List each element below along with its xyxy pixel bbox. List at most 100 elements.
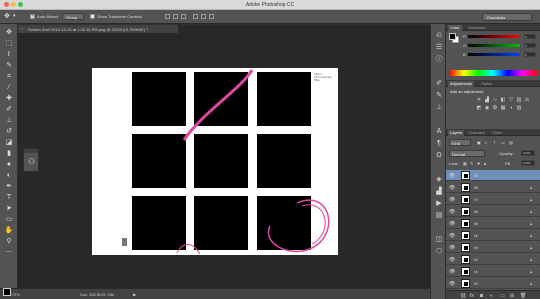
lock-transparent-icon[interactable]: ▦ (463, 161, 467, 166)
layer-style-icon[interactable]: fx (470, 293, 474, 299)
visibility-eye-icon[interactable]: 👁︎ (449, 209, 455, 215)
align-top-icon[interactable] (165, 14, 170, 19)
foreground-color-swatch[interactable] (3, 288, 11, 296)
move-tool-icon[interactable]: ✥ (4, 12, 10, 20)
healing-brush-tool-icon[interactable]: ✚ (4, 94, 14, 103)
crop-tool-icon[interactable]: ⌗ (4, 72, 14, 81)
floating-panel-header[interactable] (24, 149, 38, 153)
add-mask-icon[interactable]: ◙ (480, 293, 483, 299)
workspace-dropdown[interactable]: Essentials (482, 13, 532, 21)
lock-image-icon[interactable]: ✎ (470, 161, 473, 166)
gradient-tool-icon[interactable]: ▮ (4, 149, 14, 158)
filter-smart-object-icon[interactable]: ▤ (509, 140, 513, 145)
brightness-icon[interactable]: ☀ (476, 97, 482, 103)
libraries-icon[interactable]: ▤ (435, 212, 443, 220)
move-tool-icon[interactable]: ✥ (4, 28, 14, 37)
filter-adjustment-icon[interactable]: ◐ (485, 140, 487, 145)
tab-swatches[interactable]: Swatches (466, 25, 487, 30)
exposure-icon[interactable]: ◧ (500, 97, 506, 103)
layer-row[interactable]: 👁︎ r1 🔒︎ (446, 266, 540, 277)
character-style-icon[interactable]: ⚇ (28, 157, 35, 166)
floating-tool-panel[interactable]: ⚇ (23, 148, 39, 172)
slider-value-g[interactable]: 0 (524, 43, 536, 48)
blur-tool-icon[interactable]: ● (4, 160, 14, 169)
visibility-eye-icon[interactable]: 👁︎ (449, 173, 455, 179)
tab-adjustments[interactable]: Adjustments (448, 81, 475, 87)
layer-row[interactable]: 👁︎ r3 🔒︎ (446, 242, 540, 253)
character-icon[interactable]: A (435, 128, 443, 136)
status-menu-arrow-icon[interactable]: ▶ (133, 292, 136, 297)
slider-b[interactable] (468, 53, 520, 56)
filter-shape-icon[interactable]: ▭ (501, 140, 505, 145)
marquee-tool-icon[interactable]: ⬚ (4, 39, 14, 48)
new-layer-icon[interactable]: ⊞ (510, 293, 514, 299)
tab-styles[interactable]: Styles (479, 81, 494, 86)
lasso-tool-icon[interactable]: ℓ (4, 50, 14, 59)
history-icon[interactable]: ⎌ (435, 32, 443, 40)
layer-row[interactable]: 👁︎ r3 (446, 170, 540, 181)
align-middle-icon[interactable] (173, 14, 178, 19)
new-adjustment-layer-icon[interactable]: ◐ (490, 293, 493, 299)
navigator-icon[interactable]: ◈ (435, 176, 443, 184)
color-balance-icon[interactable]: ⚖ (524, 97, 530, 103)
align-center-icon[interactable] (201, 14, 206, 19)
channel-mixer-icon[interactable]: ❂ (492, 105, 498, 111)
rectangle-tool-icon[interactable]: ▭ (4, 215, 14, 224)
lock-all-icon[interactable]: 🔒︎ (484, 161, 486, 166)
actions-icon[interactable]: ▶ (435, 200, 443, 208)
history-brush-tool-icon[interactable]: ↺ (4, 127, 14, 136)
visibility-eye-icon[interactable]: 👁︎ (449, 245, 455, 251)
eyedropper-tool-icon[interactable]: ⁄ (4, 83, 14, 92)
dodge-tool-icon[interactable]: ◐ (4, 171, 14, 180)
more-tools-icon[interactable]: ⋯ (4, 248, 14, 257)
tab-color[interactable]: Color (448, 25, 462, 31)
lookup-icon[interactable]: ▦ (500, 105, 506, 111)
visibility-eye-icon[interactable]: 👁︎ (449, 269, 455, 275)
vibrance-icon[interactable]: ▽ (508, 97, 514, 103)
clone-stamp-tool-icon[interactable]: ⊥ (4, 116, 14, 125)
invert-icon[interactable]: ◑ (508, 105, 514, 111)
layer-row[interactable]: 👁︎ r6 🔒︎ (446, 206, 540, 217)
hsl-icon[interactable]: ▥ (516, 97, 522, 103)
layer-row[interactable]: 👁︎ r4 🔒︎ (446, 230, 540, 241)
color-spectrum-ramp[interactable] (449, 70, 537, 76)
align-left-icon[interactable] (193, 14, 198, 19)
tab-paths[interactable]: Paths (490, 130, 504, 135)
visibility-eye-icon[interactable]: 👁︎ (449, 185, 455, 191)
auto-select-target-dropdown[interactable]: Group (62, 13, 84, 20)
layer-row[interactable]: 👁︎ r8 🔒︎ (446, 182, 540, 193)
path-selection-tool-icon[interactable]: ➤ (4, 204, 14, 213)
3d-icon[interactable]: ⬡ (435, 248, 443, 256)
fill-field[interactable]: 100% (521, 160, 535, 166)
slider-r[interactable] (468, 35, 520, 38)
pen-tool-icon[interactable]: ✒ (4, 182, 14, 191)
type-tool-icon[interactable]: T (4, 193, 14, 202)
bw-icon[interactable]: ◩ (476, 105, 482, 111)
eraser-tool-icon[interactable]: ◪ (4, 138, 14, 147)
quick-select-tool-icon[interactable]: ✎ (4, 61, 14, 70)
blend-mode-dropdown[interactable]: Normal (449, 150, 485, 157)
visibility-eye-icon[interactable]: 👁︎ (449, 257, 455, 263)
visibility-eye-icon[interactable]: 👁︎ (449, 281, 455, 287)
layer-row[interactable]: 👁︎ r7 🔒︎ (446, 194, 540, 205)
slider-value-b[interactable]: 0 (524, 52, 536, 57)
slider-g[interactable] (468, 44, 520, 47)
tool-preset-dropdown-icon[interactable]: ▾ (13, 13, 16, 19)
lock-position-icon[interactable]: ✥ (477, 161, 480, 166)
align-right-icon[interactable] (209, 14, 214, 19)
properties-icon[interactable]: ☰ (435, 44, 443, 52)
timeline-icon[interactable]: ◫ (435, 236, 443, 244)
curves-icon[interactable]: ∿ (492, 97, 498, 103)
zoom-tool-icon[interactable]: ⚲ (4, 237, 14, 246)
levels-icon[interactable]: ▟ (484, 97, 490, 103)
canvas-area[interactable]: Title 1 Ctrl Grouping Plus (18, 33, 430, 288)
layer-row[interactable]: 👁︎ r5 🔒︎ (446, 218, 540, 229)
hand-tool-icon[interactable]: ✋ (4, 226, 14, 235)
brush-tool-icon[interactable]: ✐ (4, 105, 14, 114)
visibility-eye-icon[interactable]: 👁︎ (449, 233, 455, 239)
document-canvas[interactable]: Title 1 Ctrl Grouping Plus (92, 68, 338, 255)
close-tab-icon[interactable]: × (21, 26, 23, 31)
visibility-eye-icon[interactable]: 👁︎ (449, 197, 455, 203)
brush-settings-icon[interactable]: ✐ (435, 80, 443, 88)
posterize-icon[interactable]: ▨ (516, 105, 522, 111)
